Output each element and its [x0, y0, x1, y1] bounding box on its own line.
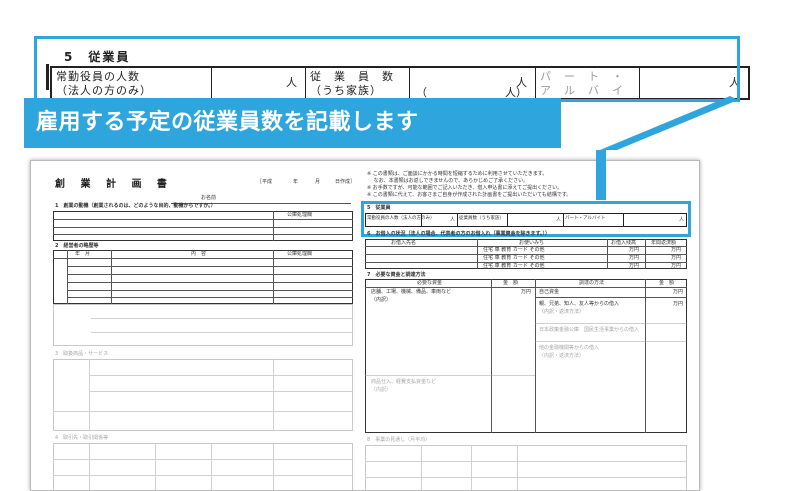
- sec7-equipment-unit: 万円: [521, 289, 532, 295]
- sec7-col-amount-b: 金 額: [659, 280, 675, 286]
- section-1-title: 1 創業の動機（創業されるのは、どのような目的、動機からですか。）: [55, 203, 216, 209]
- section-7-title: 7 必要な資金と調達方法: [367, 272, 426, 278]
- section-2-col-content: 内 容: [191, 251, 207, 257]
- sec6-row3-balance-unit: 万円: [629, 263, 640, 269]
- section-2-col-date: 年 月: [75, 251, 91, 257]
- sec6-row1-options: 住宅 車 教育 カード その他: [483, 247, 545, 253]
- section-6-title: 6 お借入の状況（法人の場合、代表者の方のお借入れ（事業資金を除きます。））: [367, 231, 550, 237]
- sec6-row2-balance-unit: 万円: [629, 255, 640, 261]
- sec7-other-bank-detail: （内訳・返済方法）: [539, 353, 585, 359]
- meta-month: 月: [315, 179, 321, 185]
- sec7-own-funds-unit: 万円: [673, 289, 684, 295]
- sec7-family-loan: 親、兄弟、知人、友人等からの借入: [539, 301, 620, 307]
- sec6-row1-annual-unit: 万円: [671, 247, 682, 253]
- sec6-row3-annual-unit: 万円: [671, 263, 682, 269]
- section-7-table: [365, 279, 687, 433]
- callout-banner: 雇用する予定の従業員数を記載します: [24, 98, 561, 148]
- sec7-col-need: 必要な資金: [417, 280, 443, 286]
- note-2: なお、本書類はお返しできませんので、あらかじめご了承ください。: [367, 178, 529, 184]
- meta-year: 年: [293, 179, 299, 185]
- section-3-title: 3 取扱商品・サービス: [55, 351, 109, 357]
- section-8-title: 8 事業の見通し（月平均）: [367, 437, 431, 443]
- sec6-row1-balance-unit: 万円: [629, 247, 640, 253]
- sec6-row3-options: 住宅 車 教育 カード その他: [483, 263, 545, 269]
- meta-day: 日作成］: [335, 179, 356, 185]
- sec7-equipment-detail: （内訳）: [371, 297, 392, 303]
- section-2-title: 2 経営者の略歴等: [55, 243, 99, 249]
- sec7-family-loan-detail: （内訳・返済方法）: [539, 309, 585, 315]
- meta-heisei: ［平成: [257, 179, 273, 185]
- form-title: 創 業 計 画 書: [55, 179, 173, 190]
- note-1: ※ この書類は、ご面談にかかる時間を短縮するために利用させていただきます。: [367, 171, 548, 177]
- note-3: ※ お手数ですが、可能な範囲でご記入いただき、借入申込書に添えてご提出ください。: [367, 185, 563, 191]
- sec7-jfc-loan: 日本政策金融公庫 国民生活事業からの借入: [539, 327, 640, 333]
- note-4: ※ この書類に代えて、お客さまご自身が作成された計画書をご提出いただいても結構で…: [367, 192, 572, 198]
- sec7-operating: 商品仕入、経費支払資金など: [371, 379, 437, 385]
- sec7-operating-detail: （内訳）: [371, 387, 392, 393]
- sec7-equipment: 店舗、工場、機械、備品、車両など: [371, 289, 452, 295]
- name-label: お名前: [201, 195, 217, 201]
- business-plan-form: 創 業 計 画 書 ［平成 年 月 日作成］ お名前 ※ この書類は、ご面談にか…: [30, 160, 700, 491]
- callout-highlight-frame: [34, 36, 740, 102]
- sec6-row2-annual-unit: 万円: [671, 255, 682, 261]
- sec7-family-loan-unit: 万円: [673, 301, 684, 307]
- sec7-own-funds: 自己資金: [539, 289, 560, 295]
- sec7-other-bank-loan: 他の金融機関等からの借入: [539, 345, 600, 351]
- section-2-col-office: 公庫処理欄: [287, 251, 313, 257]
- section-1-office-col: 公庫処理欄: [287, 212, 313, 218]
- sec7-col-method: 調達の方法: [579, 280, 605, 286]
- sec7-col-amount-a: 金 額: [503, 280, 519, 286]
- section-4-title: 4 取引先・取引関係等: [55, 435, 109, 441]
- sec6-row2-options: 住宅 車 教育 カード その他: [483, 255, 545, 261]
